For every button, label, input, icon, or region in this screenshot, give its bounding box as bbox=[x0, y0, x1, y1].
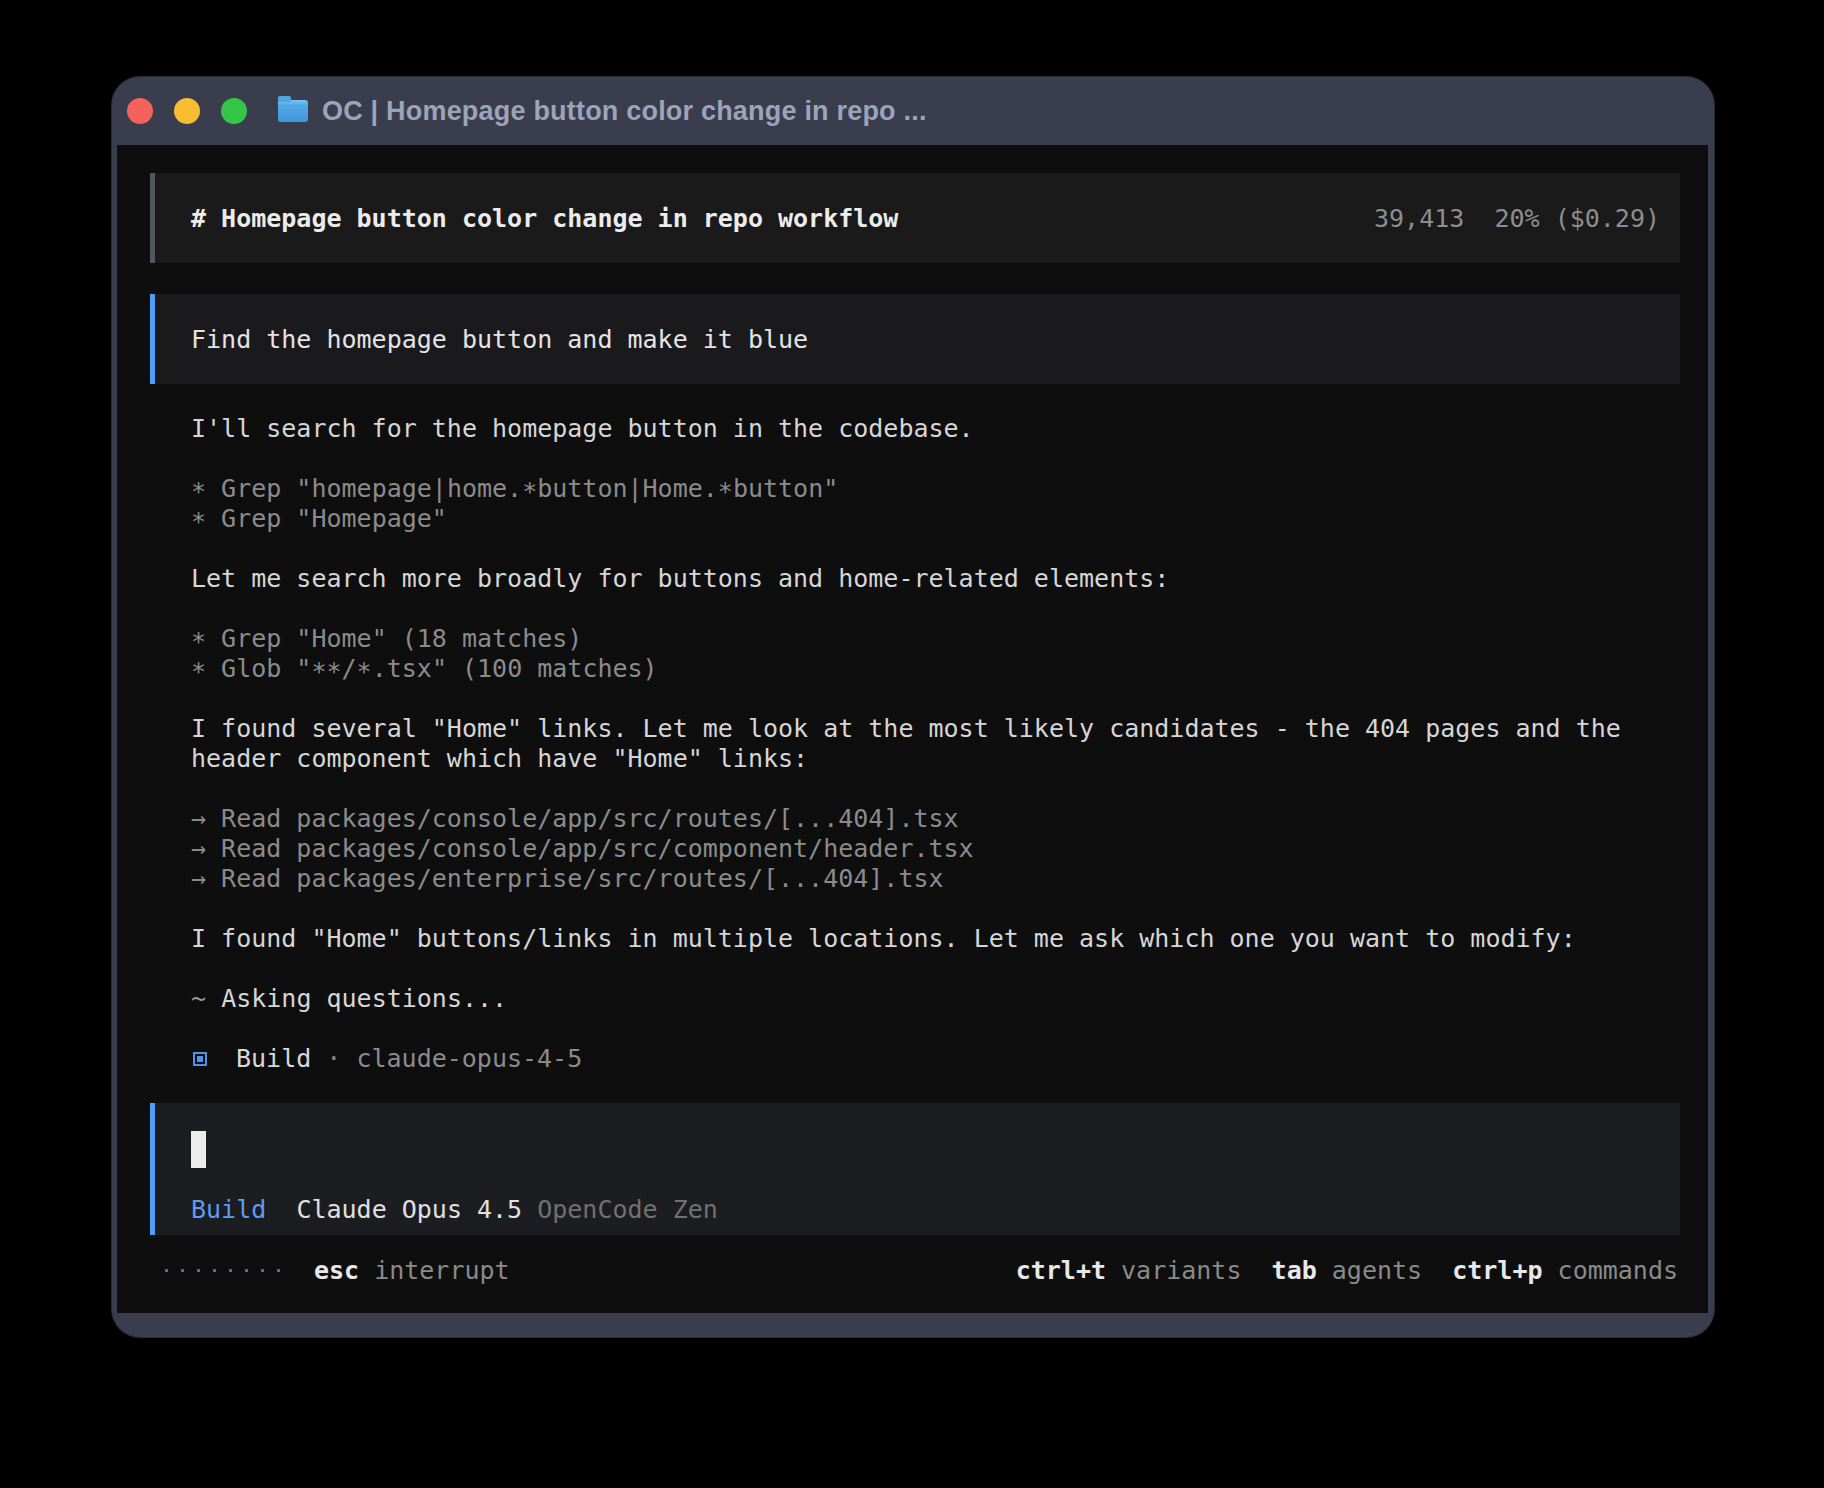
keyboard-hints: ctrl+t variants tab agents ctrl+p comman… bbox=[1016, 1256, 1678, 1285]
hint-key[interactable]: ctrl+p bbox=[1452, 1256, 1542, 1285]
esc-label: interrupt bbox=[374, 1256, 509, 1285]
agent-separator: · bbox=[311, 1044, 356, 1074]
spinner-dots bbox=[165, 1255, 293, 1285]
assistant-message: I found several "Home" links. Let me loo… bbox=[191, 714, 1651, 774]
user-message-text: Find the homepage button and make it blu… bbox=[191, 325, 808, 354]
spinner-dot bbox=[197, 1269, 200, 1272]
agent-icon bbox=[193, 1052, 207, 1066]
input-statusline: Build Claude Opus 4.5 OpenCode Zen bbox=[191, 1195, 1680, 1225]
window-title: OC | Homepage button color change in rep… bbox=[322, 96, 927, 127]
blank-line bbox=[191, 774, 1651, 804]
spinner-dot bbox=[165, 1269, 168, 1272]
blank-line bbox=[191, 1014, 1651, 1044]
hint-label: variants bbox=[1106, 1256, 1272, 1285]
session-stats: 39,413 20% ($0.29) bbox=[1374, 204, 1660, 233]
spinner-dot bbox=[229, 1269, 232, 1272]
tool-call-line: * Grep "Homepage" bbox=[191, 504, 1651, 534]
blank-line bbox=[191, 684, 1651, 714]
input-agent[interactable]: Build bbox=[191, 1195, 266, 1224]
hint-label: commands bbox=[1543, 1256, 1678, 1285]
blank-line bbox=[191, 594, 1651, 624]
spinner-dot bbox=[213, 1269, 216, 1272]
blank-line bbox=[191, 894, 1651, 924]
tool-call-line: → Read packages/console/app/src/routes/[… bbox=[191, 804, 1651, 834]
tool-call-line: * Glob "**/*.tsx" (100 matches) bbox=[191, 654, 1651, 684]
input-provider: OpenCode Zen bbox=[537, 1195, 718, 1224]
assistant-message: Let me search more broadly for buttons a… bbox=[191, 564, 1651, 594]
spinner-dot bbox=[277, 1269, 280, 1272]
tool-call-line: → Read packages/enterprise/src/routes/[.… bbox=[191, 864, 1651, 894]
session-title: # Homepage button color change in repo w… bbox=[191, 204, 898, 233]
status-line: ~ Asking questions... bbox=[191, 984, 1651, 1014]
assistant-message: I'll search for the homepage button in t… bbox=[191, 414, 1651, 444]
minimize-button[interactable] bbox=[174, 98, 200, 124]
terminal-body: # Homepage button color change in repo w… bbox=[117, 145, 1708, 1313]
spinner-dot bbox=[245, 1269, 248, 1272]
hint-key[interactable]: tab bbox=[1272, 1256, 1317, 1285]
context-percent: 20% bbox=[1494, 204, 1539, 233]
zoom-button[interactable] bbox=[221, 98, 247, 124]
agent-model: claude-opus-4-5 bbox=[356, 1044, 582, 1074]
prompt-input[interactable]: Build Claude Opus 4.5 OpenCode Zen bbox=[150, 1103, 1680, 1235]
esc-key[interactable]: esc bbox=[314, 1256, 359, 1285]
terminal-window: OC | Homepage button color change in rep… bbox=[112, 77, 1714, 1337]
text-cursor bbox=[191, 1131, 206, 1168]
agent-name: Build bbox=[236, 1044, 311, 1074]
status-text: Asking questions... bbox=[221, 984, 507, 1013]
user-message: Find the homepage button and make it blu… bbox=[150, 294, 1680, 384]
agent-row: Build · claude-opus-4-5 bbox=[191, 1044, 1651, 1074]
input-model[interactable]: Claude Opus 4.5 bbox=[296, 1195, 522, 1224]
blank-line bbox=[191, 534, 1651, 564]
spinner-dot bbox=[261, 1269, 264, 1272]
status-prefix: ~ bbox=[191, 984, 206, 1013]
blank-line bbox=[191, 954, 1651, 984]
assistant-message: I found "Home" buttons/links in multiple… bbox=[191, 924, 1651, 954]
folder-icon bbox=[278, 100, 308, 122]
status-bar: esc interrupt ctrl+t variants tab agents… bbox=[150, 1255, 1680, 1285]
hint-label: agents bbox=[1317, 1256, 1452, 1285]
tool-call-line: → Read packages/console/app/src/componen… bbox=[191, 834, 1651, 864]
hint-key[interactable]: ctrl+t bbox=[1016, 1256, 1106, 1285]
titlebar[interactable]: OC | Homepage button color change in rep… bbox=[112, 77, 1714, 145]
session-cost: ($0.29) bbox=[1555, 204, 1660, 233]
tool-call-line: * Grep "homepage|home.*button|Home.*butt… bbox=[191, 474, 1651, 504]
session-header: # Homepage button color change in repo w… bbox=[150, 173, 1680, 263]
tool-call-line: * Grep "Home" (18 matches) bbox=[191, 624, 1651, 654]
spinner-dot bbox=[181, 1269, 184, 1272]
close-button[interactable] bbox=[127, 98, 153, 124]
token-count: 39,413 bbox=[1374, 204, 1464, 233]
blank-line bbox=[191, 444, 1651, 474]
transcript: I'll search for the homepage button in t… bbox=[191, 414, 1651, 1074]
